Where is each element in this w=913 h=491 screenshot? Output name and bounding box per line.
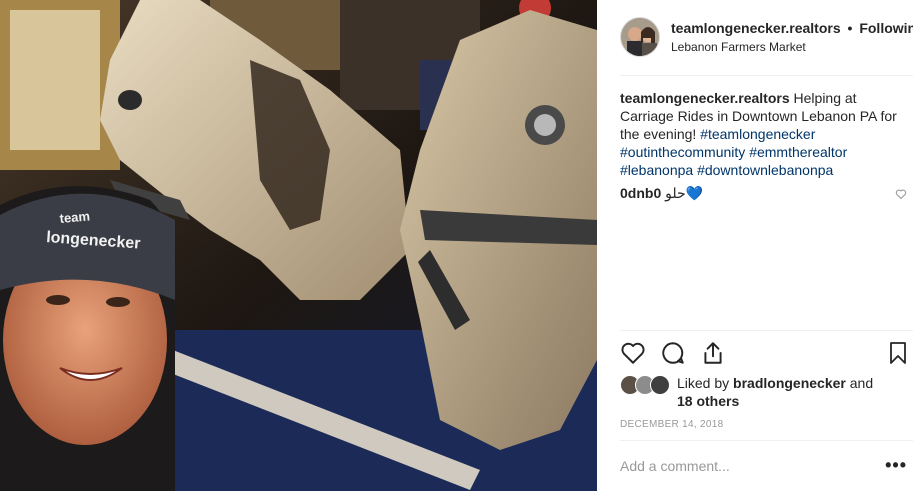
liker-avatars[interactable] <box>620 374 672 396</box>
avatar[interactable] <box>620 17 660 57</box>
hashtag-link[interactable]: #downtownlebanonpa <box>697 162 833 178</box>
more-options-icon[interactable]: ••• <box>885 455 907 476</box>
likes-prefix: Liked by <box>677 375 730 391</box>
likes-others-link[interactable]: 18 others <box>677 393 739 409</box>
post-caption: teamlongenecker.realtors Helping at Carr… <box>620 89 910 179</box>
comment-username[interactable]: 0dnb0 <box>620 185 661 201</box>
small-heart-icon[interactable] <box>895 188 907 200</box>
blue-heart-emoji: 💙 <box>685 185 704 201</box>
hashtag-link[interactable]: #lebanonpa <box>620 162 693 178</box>
share-icon[interactable] <box>700 340 726 366</box>
comment-icon[interactable] <box>660 340 686 366</box>
header-separator: • <box>847 20 853 36</box>
post-photo[interactable]: team longenecker <box>0 0 597 491</box>
avatar-image <box>621 18 659 56</box>
liker-avatar <box>650 375 670 395</box>
bookmark-icon[interactable] <box>886 340 910 366</box>
location-link[interactable]: Lebanon Farmers Market <box>671 40 913 54</box>
post-header: teamlongenecker.realtors • Following Leb… <box>620 16 913 58</box>
post-image: team longenecker <box>0 0 597 491</box>
hashtag-link[interactable]: #emmtherealtor <box>749 144 847 160</box>
caption-username[interactable]: teamlongenecker.realtors <box>620 90 790 106</box>
post-date[interactable]: DECEMBER 14, 2018 <box>620 419 723 430</box>
header-username[interactable]: teamlongenecker.realtors <box>671 20 841 36</box>
action-bar <box>620 340 910 368</box>
heart-icon[interactable] <box>620 340 646 366</box>
comment-divider <box>620 440 913 441</box>
following-button[interactable]: Following <box>859 20 913 36</box>
actions-divider <box>620 330 913 331</box>
liker-username[interactable]: bradlongenecker <box>733 375 846 391</box>
header-divider <box>620 75 913 76</box>
likes-joiner: and <box>849 375 874 391</box>
hashtag-link[interactable]: #outinthecommunity <box>620 144 745 160</box>
add-comment-input[interactable]: Add a comment... <box>620 458 730 474</box>
comment-text: حلو <box>665 185 686 201</box>
comment-item: 0dnb0 حلو💙 <box>620 184 910 202</box>
likes-summary: Liked by bradlongenecker and 18 others <box>620 374 910 410</box>
post-details-panel: teamlongenecker.realtors • Following Leb… <box>603 0 913 491</box>
hashtag-link[interactable]: #teamlongenecker <box>700 126 815 142</box>
hat-text-team: team <box>59 208 91 226</box>
